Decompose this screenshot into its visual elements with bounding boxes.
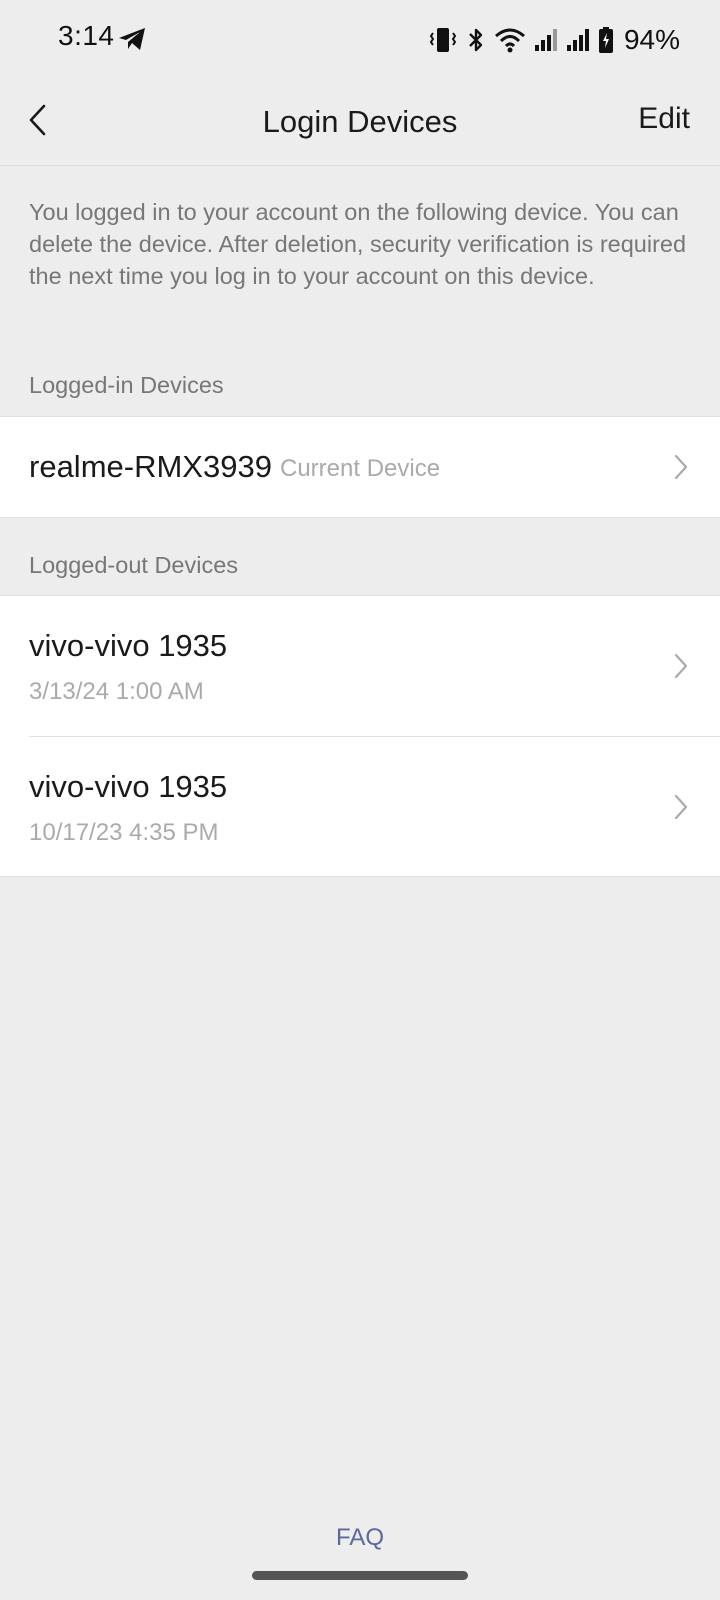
signal-icon bbox=[534, 29, 557, 51]
vibrate-icon bbox=[429, 28, 457, 52]
section-header-logged-in: Logged-in Devices bbox=[29, 372, 224, 398]
battery-charging-icon bbox=[598, 27, 613, 53]
signal-icon bbox=[566, 29, 589, 51]
device-last-login-time: 3/13/24 1:00 AM bbox=[29, 678, 204, 705]
telegram-icon bbox=[119, 28, 145, 50]
bluetooth-icon bbox=[469, 28, 483, 52]
current-device-tag: Current Device bbox=[280, 455, 441, 482]
status-time: 3:14 bbox=[58, 20, 115, 51]
device-row[interactable]: vivo-vivo 1935 3/13/24 1:00 AM bbox=[0, 596, 720, 737]
chevron-right-icon bbox=[674, 653, 688, 679]
device-name: realme-RMX3939 bbox=[29, 449, 272, 484]
device-row[interactable]: vivo-vivo 1935 10/17/23 4:35 PM bbox=[0, 737, 720, 877]
battery-percent: 94% bbox=[623, 24, 680, 55]
device-name: vivo-vivo 1935 bbox=[29, 769, 228, 804]
nav-bar: Login Devices Edit bbox=[0, 80, 720, 166]
home-indicator[interactable] bbox=[252, 1571, 468, 1580]
status-bar: 3:14 94% bbox=[0, 0, 720, 80]
section-header-logged-out: Logged-out Devices bbox=[29, 552, 239, 578]
logged-out-devices-card: vivo-vivo 1935 3/13/24 1:00 AM vivo-vivo… bbox=[0, 595, 720, 877]
chevron-right-icon bbox=[674, 794, 688, 820]
faq-link[interactable]: FAQ bbox=[0, 1524, 720, 1552]
wifi-icon bbox=[494, 28, 525, 53]
device-name: vivo-vivo 1935 bbox=[29, 628, 228, 663]
chevron-right-icon bbox=[674, 454, 688, 480]
device-row-current[interactable]: realme-RMX3939 Current Device bbox=[0, 417, 720, 517]
page-title: Login Devices bbox=[262, 104, 458, 139]
status-icons: 94% bbox=[428, 22, 680, 58]
device-last-login-time: 10/17/23 4:35 PM bbox=[29, 819, 219, 846]
edit-button[interactable]: Edit bbox=[638, 102, 690, 136]
description-text: You logged in to your account on the fol… bbox=[29, 199, 687, 289]
logged-in-devices-card: realme-RMX3939 Current Device bbox=[0, 416, 720, 518]
